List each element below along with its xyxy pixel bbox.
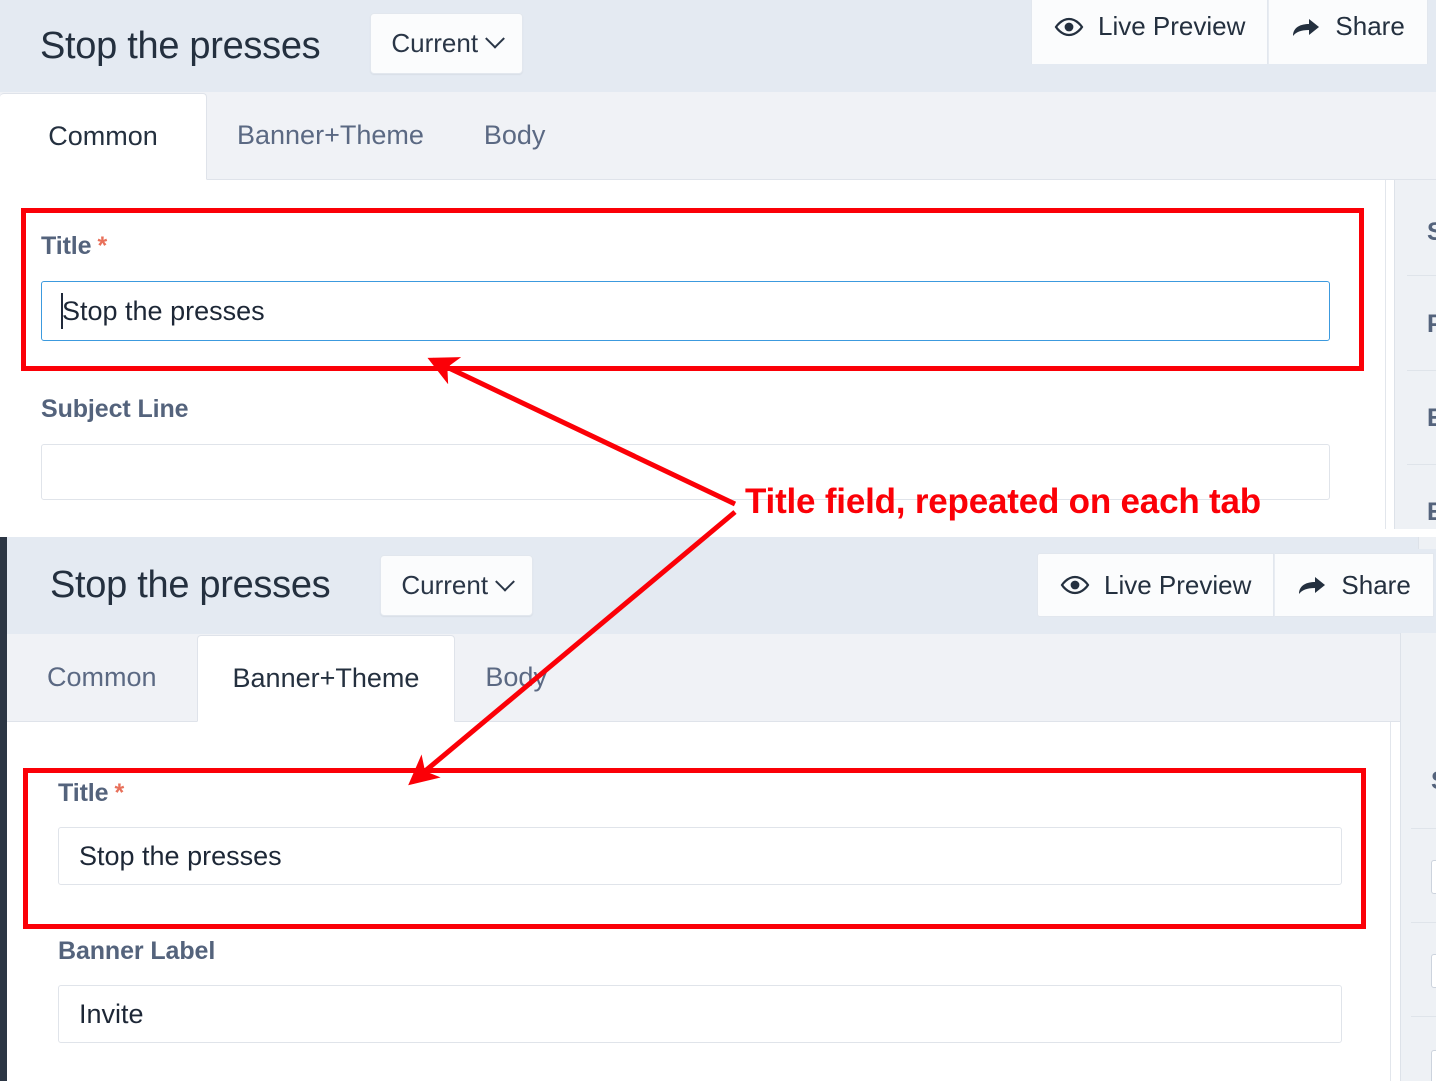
s2-field-title: Title * Stop the presses: [7, 779, 1390, 885]
s1-tab-common[interactable]: Common: [0, 93, 207, 180]
s2-banner-label-label: Banner Label: [58, 937, 216, 965]
s1-sidebar-divider-2: [1407, 464, 1436, 465]
s2-sidebar-chip-1[interactable]: [1431, 954, 1436, 988]
s1-live-preview-button[interactable]: Live Preview: [1031, 0, 1269, 64]
required-marker-icon: *: [97, 232, 108, 260]
s2-version-selector[interactable]: Current: [380, 555, 534, 616]
s1-version-label: Current: [391, 27, 479, 58]
s1-field-subject-line: Subject Line: [0, 395, 1385, 500]
s2-live-preview-button[interactable]: Live Preview: [1037, 553, 1275, 617]
s1-subject-line-label: Subject Line: [41, 395, 189, 423]
chevron-down-icon: [495, 571, 515, 592]
s2-title-input[interactable]: Stop the presses: [58, 827, 1342, 885]
s2-tab-banner-theme-label: Banner+Theme: [232, 663, 420, 693]
s2-version-label: Current: [401, 570, 489, 600]
s1-title-input[interactable]: Stop the presses: [41, 281, 1330, 341]
s2-page-title: Stop the presses: [50, 564, 331, 606]
s1-tab-common-label: Common: [48, 121, 158, 151]
s2-banner-label-input-value: Invite: [79, 998, 144, 1029]
eye-icon: [1054, 17, 1084, 36]
s2-field-banner-label: Banner Label Invite: [7, 937, 1390, 1043]
s1-sidebar-item-0[interactable]: S: [1427, 218, 1436, 247]
s2-banner-label-input[interactable]: Invite: [58, 985, 1342, 1043]
s2-sidebar-divider-1: [1411, 922, 1436, 923]
s1-title-input-value: Stop the presses: [62, 295, 265, 326]
screenshot-one: Stop the presses Current Live Preview Sh…: [0, 0, 1436, 535]
s1-right-sidebar: S P E E: [1394, 180, 1436, 535]
s1-sidebar-divider-1: [1407, 370, 1436, 371]
s1-tab-banner-theme-label: Banner+Theme: [237, 120, 424, 150]
share-arrow-icon: [1299, 577, 1326, 594]
share-arrow-icon: [1293, 18, 1320, 36]
s1-subject-line-input[interactable]: [41, 444, 1330, 500]
s2-header-actions: Live Preview Share: [1037, 553, 1434, 617]
s1-sidebar-item-1[interactable]: P: [1427, 310, 1436, 339]
s2-tab-body-label: Body: [485, 662, 547, 692]
s1-version-selector[interactable]: Current: [370, 12, 524, 74]
s1-share-label: Share: [1335, 11, 1405, 41]
s2-sidebar-divider-0: [1411, 828, 1436, 829]
eye-icon: [1060, 575, 1090, 595]
s1-share-button[interactable]: Share: [1268, 0, 1428, 64]
s1-sidebar-item-3[interactable]: E: [1427, 498, 1436, 527]
s2-tab-banner-theme[interactable]: Banner+Theme: [196, 635, 456, 722]
s1-tab-body[interactable]: Body: [454, 92, 576, 179]
s2-title-input-value: Stop the presses: [79, 840, 282, 871]
s1-live-preview-label: Live Preview: [1098, 11, 1246, 41]
s2-live-preview-label: Live Preview: [1104, 569, 1252, 600]
s2-share-label: Share: [1341, 569, 1411, 600]
s2-window-left-edge: [0, 537, 7, 1081]
s2-sidebar-divider-2: [1411, 1016, 1436, 1017]
chevron-down-icon: [485, 28, 505, 49]
s2-tab-bar: Common Banner+Theme Body: [7, 634, 1436, 722]
s2-right-sidebar: S: [1400, 633, 1436, 1081]
s2-tab-body[interactable]: Body: [455, 634, 577, 721]
screenshot-two: Stop the presses Current Live Preview Sh…: [0, 537, 1436, 1081]
s1-tab-bar: Common Banner+Theme Body: [0, 92, 1436, 180]
s1-title-label: Title *: [41, 232, 108, 260]
s2-sidebar-chip-0[interactable]: [1431, 860, 1436, 894]
s1-page-title: Stop the presses: [40, 24, 321, 67]
s1-tab-banner-theme[interactable]: Banner+Theme: [207, 92, 454, 179]
s1-header-actions: Live Preview Share: [1031, 0, 1428, 64]
s1-field-title: Title * Stop the presses: [0, 232, 1385, 341]
s2-tab-common-label: Common: [47, 662, 157, 692]
s1-form-card: Title * Stop the presses Subject Line: [0, 180, 1386, 535]
s2-share-button[interactable]: Share: [1274, 553, 1434, 617]
s2-title-label: Title *: [58, 779, 125, 807]
required-marker-icon: *: [114, 779, 125, 807]
s2-top-right-fragment: [1418, 537, 1436, 549]
s1-sidebar-item-2[interactable]: E: [1427, 404, 1436, 433]
s2-sidebar-item-0[interactable]: S: [1431, 767, 1436, 796]
screenshot-separator: [0, 529, 1436, 537]
s2-tab-common[interactable]: Common: [7, 634, 197, 721]
text-caret: [61, 293, 63, 329]
s2-form-card: Title * Stop the presses Banner Label Inv…: [7, 722, 1391, 1081]
s1-tab-body-label: Body: [483, 120, 546, 150]
s1-sidebar-divider-0: [1407, 275, 1436, 276]
s2-sidebar-chip-2[interactable]: [1431, 1050, 1436, 1081]
